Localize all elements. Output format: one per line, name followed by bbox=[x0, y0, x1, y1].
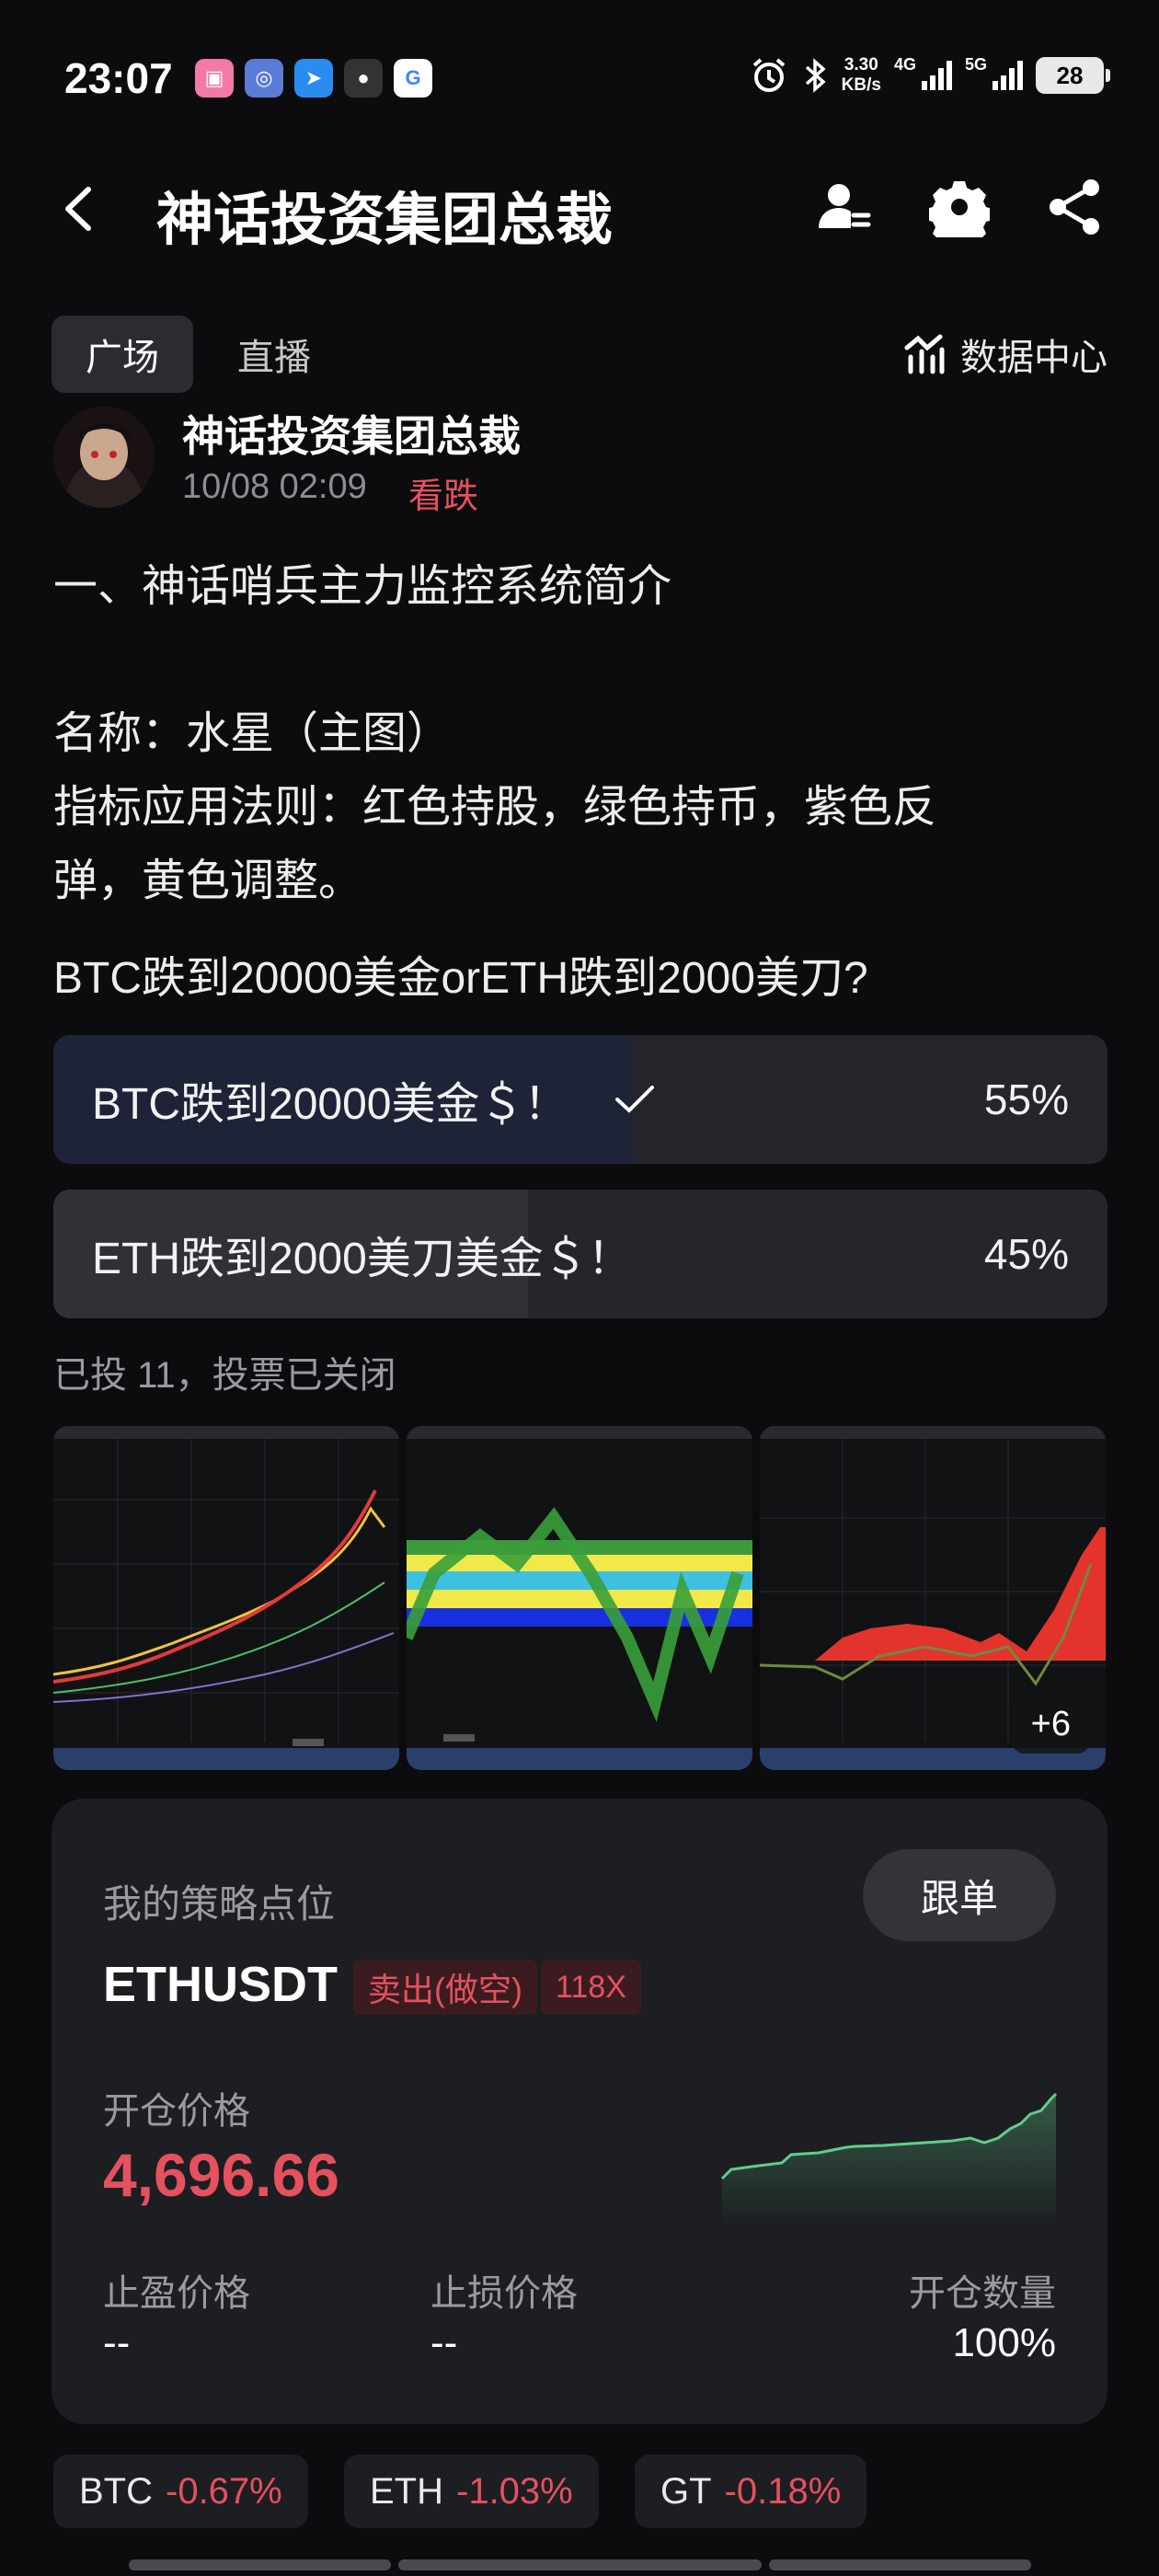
follow-user-icon[interactable] bbox=[813, 177, 874, 237]
ticker-gt[interactable]: GT -0.18% bbox=[635, 2455, 867, 2528]
bottom-indicator-3 bbox=[769, 2559, 1031, 2570]
sentiment-tag: 看跌 bbox=[408, 477, 479, 516]
poll-label-btc-text: BTC跌到20000美金＄！ bbox=[92, 1080, 568, 1129]
net-speed-value: 3.30 bbox=[843, 55, 878, 75]
position-size-label: 开仓数量 bbox=[909, 2273, 1056, 2314]
stop-loss-label: 止损价格 bbox=[430, 2273, 578, 2314]
signal-4g-icon bbox=[921, 61, 952, 90]
app-icon-2: ◎ bbox=[245, 59, 283, 98]
gear-icon[interactable] bbox=[929, 177, 990, 237]
poll-question: BTC跌到20000美金orETH跌到2000美刀? bbox=[53, 954, 868, 1003]
app-icon-3: ➤ bbox=[294, 59, 333, 98]
strategy-title: 我的策略点位 bbox=[103, 1882, 336, 1926]
bluetooth-icon bbox=[805, 58, 826, 93]
poll-meta: 已投 11，投票已关闭 bbox=[53, 1355, 396, 1396]
strategy-symbol: ETHUSDT bbox=[103, 1957, 338, 2012]
alarm-icon bbox=[752, 58, 785, 92]
bottom-indicator-2 bbox=[398, 2559, 762, 2570]
position-size-value: 100% bbox=[952, 2320, 1056, 2365]
battery-level: 28 bbox=[1056, 61, 1084, 89]
poll-label-eth: ETH跌到2000美刀美金＄！ bbox=[92, 1235, 632, 1283]
ticker-symbol: BTC bbox=[79, 2470, 153, 2512]
poll-label-btc: BTC跌到20000美金＄！ bbox=[92, 1035, 656, 1164]
check-icon bbox=[615, 1086, 655, 1113]
data-center-label: 数据中心 bbox=[960, 338, 1107, 378]
system-status-icons: 3.30 KB/s 4G 5G 28 bbox=[750, 55, 1110, 96]
poll-option-eth[interactable]: ETH跌到2000美刀美金＄！ 45% bbox=[53, 1190, 1107, 1318]
chart-bars-icon bbox=[904, 334, 945, 374]
google-icon: G bbox=[394, 59, 432, 98]
leverage-tag: 118X bbox=[541, 1960, 641, 2015]
net-speed: 3.30 KB/s bbox=[842, 55, 881, 96]
post-image-2[interactable] bbox=[407, 1426, 752, 1770]
post-line-3: 指标应用法则：红色持股，绿色持币，紫色反 bbox=[53, 783, 937, 832]
ticker-eth[interactable]: ETH -1.03% bbox=[344, 2455, 599, 2528]
ticker-btc[interactable]: BTC -0.67% bbox=[53, 2455, 308, 2528]
post-image-3[interactable]: +6 bbox=[760, 1426, 1106, 1770]
open-price-label: 开仓价格 bbox=[103, 2091, 250, 2132]
take-profit-value: -- bbox=[103, 2320, 131, 2365]
bottom-indicator-1 bbox=[129, 2559, 391, 2570]
trade-side-tag: 卖出(做空) bbox=[353, 1960, 537, 2015]
stop-loss-value: -- bbox=[430, 2320, 458, 2365]
network-5g-label: 5G bbox=[964, 55, 987, 74]
battery-icon: 28 bbox=[1036, 57, 1110, 94]
page-title: 神话投资集团总裁 bbox=[156, 189, 614, 252]
take-profit-label: 止盈价格 bbox=[103, 2273, 250, 2314]
more-images-badge[interactable]: +6 bbox=[1012, 1696, 1089, 1754]
tab-live[interactable]: 直播 bbox=[237, 316, 311, 393]
author-name[interactable]: 神话投资集团总裁 bbox=[182, 403, 521, 464]
post-line-2: 名称：水星（主图） bbox=[53, 709, 452, 758]
follow-trade-button[interactable]: 跟单 bbox=[863, 1849, 1056, 1941]
back-icon[interactable] bbox=[57, 177, 98, 241]
post-image-1[interactable] bbox=[53, 1426, 399, 1770]
open-price-value: 4,696.66 bbox=[103, 2141, 339, 2209]
tab-square[interactable]: 广场 bbox=[52, 316, 193, 393]
data-center-link[interactable]: 数据中心 bbox=[903, 316, 1107, 393]
ticker-change: -0.67% bbox=[166, 2470, 282, 2512]
avatar[interactable] bbox=[53, 407, 155, 508]
post-line-4: 弹，黄色调整。 bbox=[53, 857, 363, 905]
status-time: 23:07 bbox=[64, 54, 173, 102]
qq-icon: ● bbox=[344, 59, 383, 98]
poll-option-btc[interactable]: BTC跌到20000美金＄！ 55% bbox=[53, 1035, 1107, 1164]
poll-percent-eth: 45% bbox=[983, 1230, 1069, 1278]
ticker-symbol: ETH bbox=[370, 2470, 443, 2512]
post-time: 10/08 02:09 bbox=[182, 467, 367, 506]
net-speed-unit: KB/s bbox=[841, 75, 881, 95]
ticker-change: -1.03% bbox=[456, 2470, 573, 2512]
ticker-change: -0.18% bbox=[724, 2470, 842, 2512]
strategy-sparkline bbox=[720, 2092, 1058, 2226]
bilibili-icon: ▣ bbox=[195, 59, 234, 98]
signal-5g-icon bbox=[993, 61, 1023, 90]
share-icon[interactable] bbox=[1045, 177, 1106, 237]
notification-app-icons: ▣ ◎ ➤ ● G bbox=[195, 59, 432, 98]
network-4g-label: 4G bbox=[893, 55, 916, 74]
ticker-symbol: GT bbox=[660, 2470, 712, 2512]
poll-percent-btc: 55% bbox=[983, 1075, 1069, 1123]
post-line-1: 一、神话哨兵主力监控系统简介 bbox=[53, 562, 672, 611]
